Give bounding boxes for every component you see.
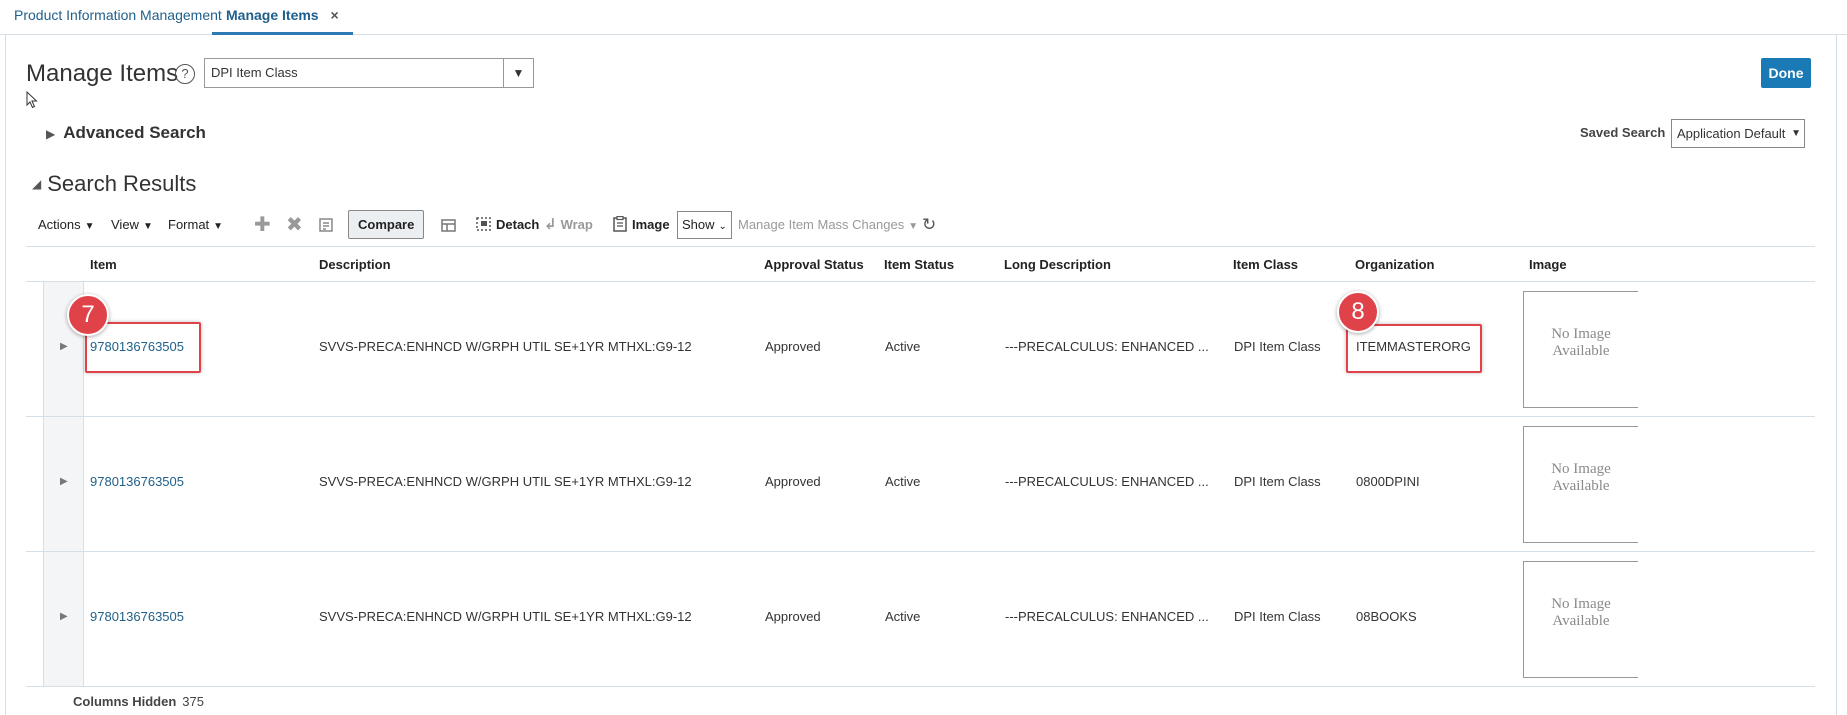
item-link[interactable]: 9780136763505 [90,474,184,489]
actions-menu[interactable]: Actions ▼ [38,210,95,242]
view-label: View [111,217,139,232]
columns-hidden-count: 375 [182,694,204,709]
item-class-value: DPI Item Class [211,65,298,80]
show-label: Show [682,217,715,232]
description-cell: SVVS-PRECA:ENHNCD W/GRPH UTIL SE+1YR MTH… [319,609,692,624]
table-header: Item Description Approval Status Item St… [26,246,1815,282]
detach-button[interactable]: Detach [476,210,539,240]
long-description-cell: ---PRECALCULUS: ENHANCED ... [1005,609,1209,624]
no-image-placeholder: No Image Available [1523,561,1638,678]
item-status-cell: Active [885,474,921,489]
expand-row-icon[interactable]: ▶ [60,341,68,352]
actions-label: Actions [38,217,81,232]
detach-label: Detach [496,217,540,232]
wrap-icon: ↲ [544,216,557,233]
show-select[interactable]: Show ⌄ [677,211,732,239]
tab-label: Manage Items [226,7,319,23]
item-class-cell: DPI Item Class [1234,474,1321,489]
advanced-search-toggle[interactable]: ▶ Advanced Search [46,123,206,143]
close-icon[interactable]: × [330,7,338,23]
saved-search-label: Saved Search [1580,125,1666,140]
chevron-down-icon: ▼ [1791,128,1801,139]
clipboard-icon [613,215,627,232]
expand-row-icon[interactable]: ▶ [60,476,68,487]
caret-down-icon: ▼ [908,221,919,232]
item-status-cell: Active [885,339,921,354]
wrap-button[interactable]: ↲ Wrap [544,210,593,240]
highlight-box-organization [1346,324,1482,373]
wrap-label: Wrap [560,217,593,232]
table-row[interactable]: ▶ 9780136763505 SVVS-PRECA:ENHNCD W/GRPH… [26,417,1815,552]
approval-status-cell: Approved [765,474,821,489]
expand-row-icon[interactable]: ▶ [60,611,68,622]
mass-changes-label: Manage Item Mass Changes [738,217,905,232]
description-cell: SVVS-PRECA:ENHNCD W/GRPH UTIL SE+1YR MTH… [319,339,692,354]
duplicate-icon[interactable] [318,210,336,240]
view-menu[interactable]: View ▼ [111,210,153,242]
saved-search-value: Application Default [1677,126,1786,141]
collapse-triangle-icon: ◢ [32,177,42,191]
item-class-cell: DPI Item Class [1234,339,1321,354]
organization-cell: 0800DPINI [1356,474,1420,489]
compare-button[interactable]: Compare [348,210,425,239]
table-row[interactable]: ▶ 9780136763505 SVVS-PRECA:ENHNCD W/GRPH… [26,552,1815,687]
chevron-down-icon: ⌄ [718,221,727,232]
approval-status-cell: Approved [765,609,821,624]
column-header-item-status[interactable]: Item Status [884,247,954,283]
detach-icon [476,217,491,231]
tab-bar: Product Information Management Manage It… [0,0,1847,35]
table-row[interactable]: ▶ 9780136763505 SVVS-PRECA:ENHNCD W/GRPH… [26,282,1815,417]
caret-down-icon: ▼ [213,221,224,232]
caret-down-icon: ▼ [142,221,153,232]
item-link[interactable]: 9780136763505 [90,609,184,624]
long-description-cell: ---PRECALCULUS: ENHANCED ... [1005,339,1209,354]
description-cell: SVVS-PRECA:ENHNCD W/GRPH UTIL SE+1YR MTH… [319,474,692,489]
freeze-icon[interactable] [440,210,458,240]
columns-hidden-status: Columns Hidden 375 [73,694,204,709]
caret-down-icon: ▼ [84,221,95,232]
column-header-organization[interactable]: Organization [1355,247,1434,283]
page-title: Manage Items [26,60,179,87]
column-header-approval-status[interactable]: Approval Status [764,247,864,283]
tab-manage-items[interactable]: Manage Items × [212,0,353,35]
item-status-cell: Active [885,609,921,624]
tab-product-information-management[interactable]: Product Information Management [0,0,236,35]
no-image-placeholder: No Image Available [1523,426,1638,543]
step-callout-8: 8 [1337,291,1379,333]
long-description-cell: ---PRECALCULUS: ENHANCED ... [1005,474,1209,489]
columns-hidden-label: Columns Hidden [73,694,177,709]
column-header-description[interactable]: Description [319,247,391,283]
image-label: Image [632,217,670,232]
no-image-placeholder: No Image Available [1523,291,1638,408]
help-icon[interactable]: ? [175,64,195,84]
dropdown-arrow-icon[interactable]: ▼ [503,59,533,87]
tab-label: Product Information Management [14,7,222,23]
results-table: Item Description Approval Status Item St… [26,246,1815,687]
step-callout-7: 7 [67,294,109,336]
image-button[interactable]: Image [613,210,670,240]
column-header-long-description[interactable]: Long Description [1004,247,1111,283]
advanced-search-label: Advanced Search [63,123,206,142]
search-results-title: Search Results [47,171,197,196]
search-results-toggle[interactable]: ◢ Search Results [32,171,196,197]
column-header-item-class[interactable]: Item Class [1233,247,1298,283]
format-label: Format [168,217,210,232]
expand-triangle-icon: ▶ [46,127,56,141]
mass-changes-menu[interactable]: Manage Item Mass Changes ▼ [738,210,918,242]
approval-status-cell: Approved [765,339,821,354]
item-class-select[interactable]: DPI Item Class ▼ [204,58,534,88]
add-icon[interactable]: ✚ [254,210,271,240]
organization-cell: 08BOOKS [1356,609,1417,624]
item-class-cell: DPI Item Class [1234,609,1321,624]
column-header-image[interactable]: Image [1529,247,1567,283]
refresh-icon[interactable]: ↻ [922,210,936,240]
column-header-item[interactable]: Item [90,247,117,283]
delete-icon[interactable]: ✖ [286,210,303,240]
mouse-cursor-icon [26,91,38,109]
done-button[interactable]: Done [1761,58,1811,88]
saved-search-select[interactable]: Application Default ▼ [1671,119,1805,148]
format-menu[interactable]: Format ▼ [168,210,223,242]
